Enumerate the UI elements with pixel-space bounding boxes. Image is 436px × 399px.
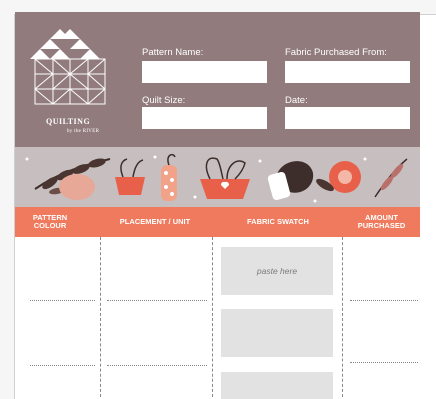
date-field[interactable]	[285, 107, 410, 129]
fabric-swatch-box[interactable]	[221, 372, 333, 399]
row-divider	[30, 300, 95, 301]
quilt-size-field[interactable]	[142, 107, 267, 129]
plants-illustration-icon	[25, 153, 408, 203]
quilt-size-label: Quilt Size:	[142, 95, 186, 106]
decorative-plant-banner	[15, 147, 420, 207]
paste-here-label: paste here	[256, 266, 298, 276]
brand-tagline: by the RIVER	[67, 129, 100, 134]
column-header-pattern-colour: PATTERN COLOUR	[32, 213, 68, 230]
quilt-logo-icon	[30, 29, 106, 105]
table-header-row: PATTERN COLOUR PLACEMENT / UNIT FABRIC S…	[15, 207, 420, 237]
brand-logo: QUILTING by the RIVER	[30, 24, 115, 139]
pattern-name-field[interactable]	[142, 61, 267, 83]
column-header-amount-purchased: AMOUNT PURCHASED	[357, 213, 406, 230]
column-divider	[342, 237, 343, 397]
brand-name: QUILTING	[46, 117, 91, 126]
pattern-name-label: Pattern Name:	[142, 47, 204, 58]
column-divider	[212, 237, 213, 397]
row-divider	[350, 300, 418, 301]
column-divider	[100, 237, 101, 397]
column-header-placement-unit: PLACEMENT / UNIT	[119, 217, 191, 226]
date-label: Date:	[285, 95, 308, 106]
row-divider	[107, 365, 207, 366]
fabric-swatch-box[interactable]: paste here	[221, 247, 333, 295]
row-divider	[30, 365, 95, 366]
header-panel: QUILTING by the RIVER Pattern Name: Fabr…	[15, 12, 420, 147]
column-header-fabric-swatch: FABRIC SWATCH	[247, 217, 309, 226]
fabric-purchased-from-label: Fabric Purchased From:	[285, 47, 387, 58]
fabric-swatch-box[interactable]	[221, 309, 333, 357]
row-divider	[350, 362, 418, 363]
fabric-purchased-from-field[interactable]	[285, 61, 410, 83]
row-divider	[107, 300, 207, 301]
